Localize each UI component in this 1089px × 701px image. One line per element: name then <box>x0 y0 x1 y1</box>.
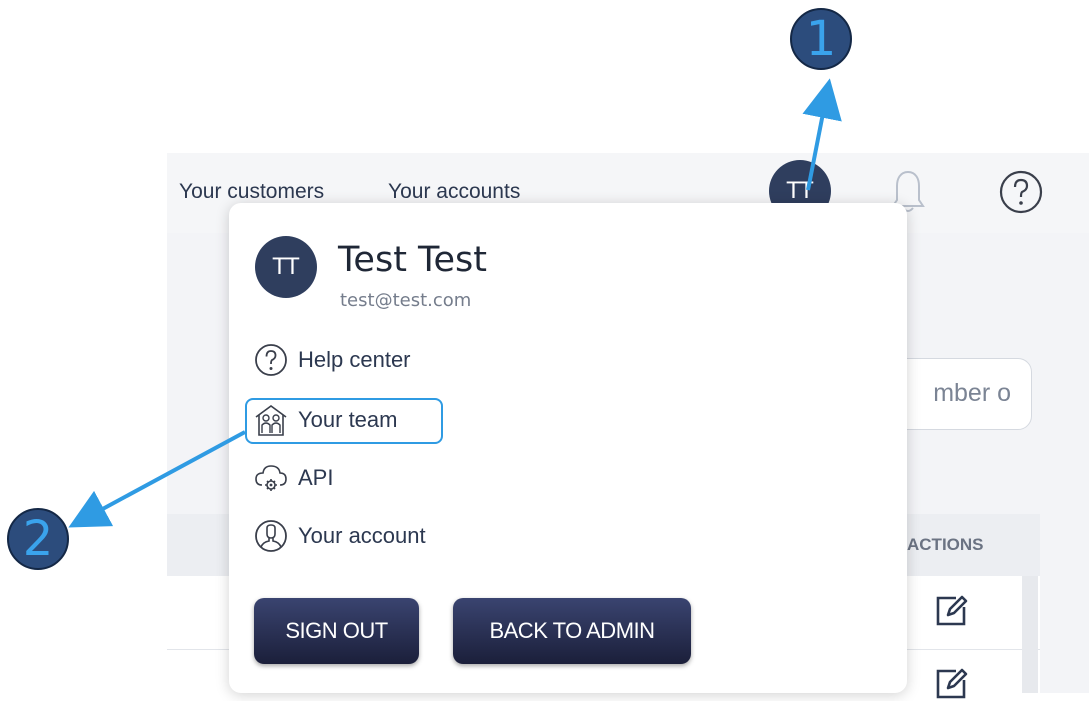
menu-item-help-center[interactable]: Help center <box>254 338 411 382</box>
menu-item-label: Your account <box>298 523 426 548</box>
user-circle-icon <box>254 519 288 553</box>
menu-item-label: Help center <box>298 347 411 372</box>
menu-item-api[interactable]: API <box>254 456 333 500</box>
annotation-badge-2: 2 <box>7 508 69 570</box>
menu-item-label: API <box>298 465 334 490</box>
dropdown-user-email: test@test.com <box>340 290 472 311</box>
edit-icon[interactable] <box>934 592 970 628</box>
actions-column-header: ACTIONS <box>907 535 984 554</box>
nav-link-your-accounts[interactable]: Your accounts <box>388 180 520 204</box>
nav-link-your-customers[interactable]: Your customers <box>179 180 324 204</box>
help-circle-icon <box>254 343 288 377</box>
help-circle-icon[interactable] <box>998 169 1044 215</box>
table-scrollbar[interactable] <box>1022 576 1038 693</box>
sign-out-button[interactable]: SIGN OUT <box>254 598 419 664</box>
search-input-value: mber o <box>933 379 1011 407</box>
dropdown-user-name: Test Test <box>338 240 487 280</box>
annotation-badge-1: 1 <box>790 8 852 70</box>
dropdown-user-avatar: TT <box>255 236 317 298</box>
menu-item-your-account[interactable]: Your account <box>254 514 426 558</box>
cloud-gear-icon <box>254 461 288 495</box>
menu-item-highlight-outline <box>245 398 443 444</box>
edit-icon[interactable] <box>934 665 970 701</box>
back-to-admin-button[interactable]: BACK TO ADMIN <box>453 598 691 664</box>
